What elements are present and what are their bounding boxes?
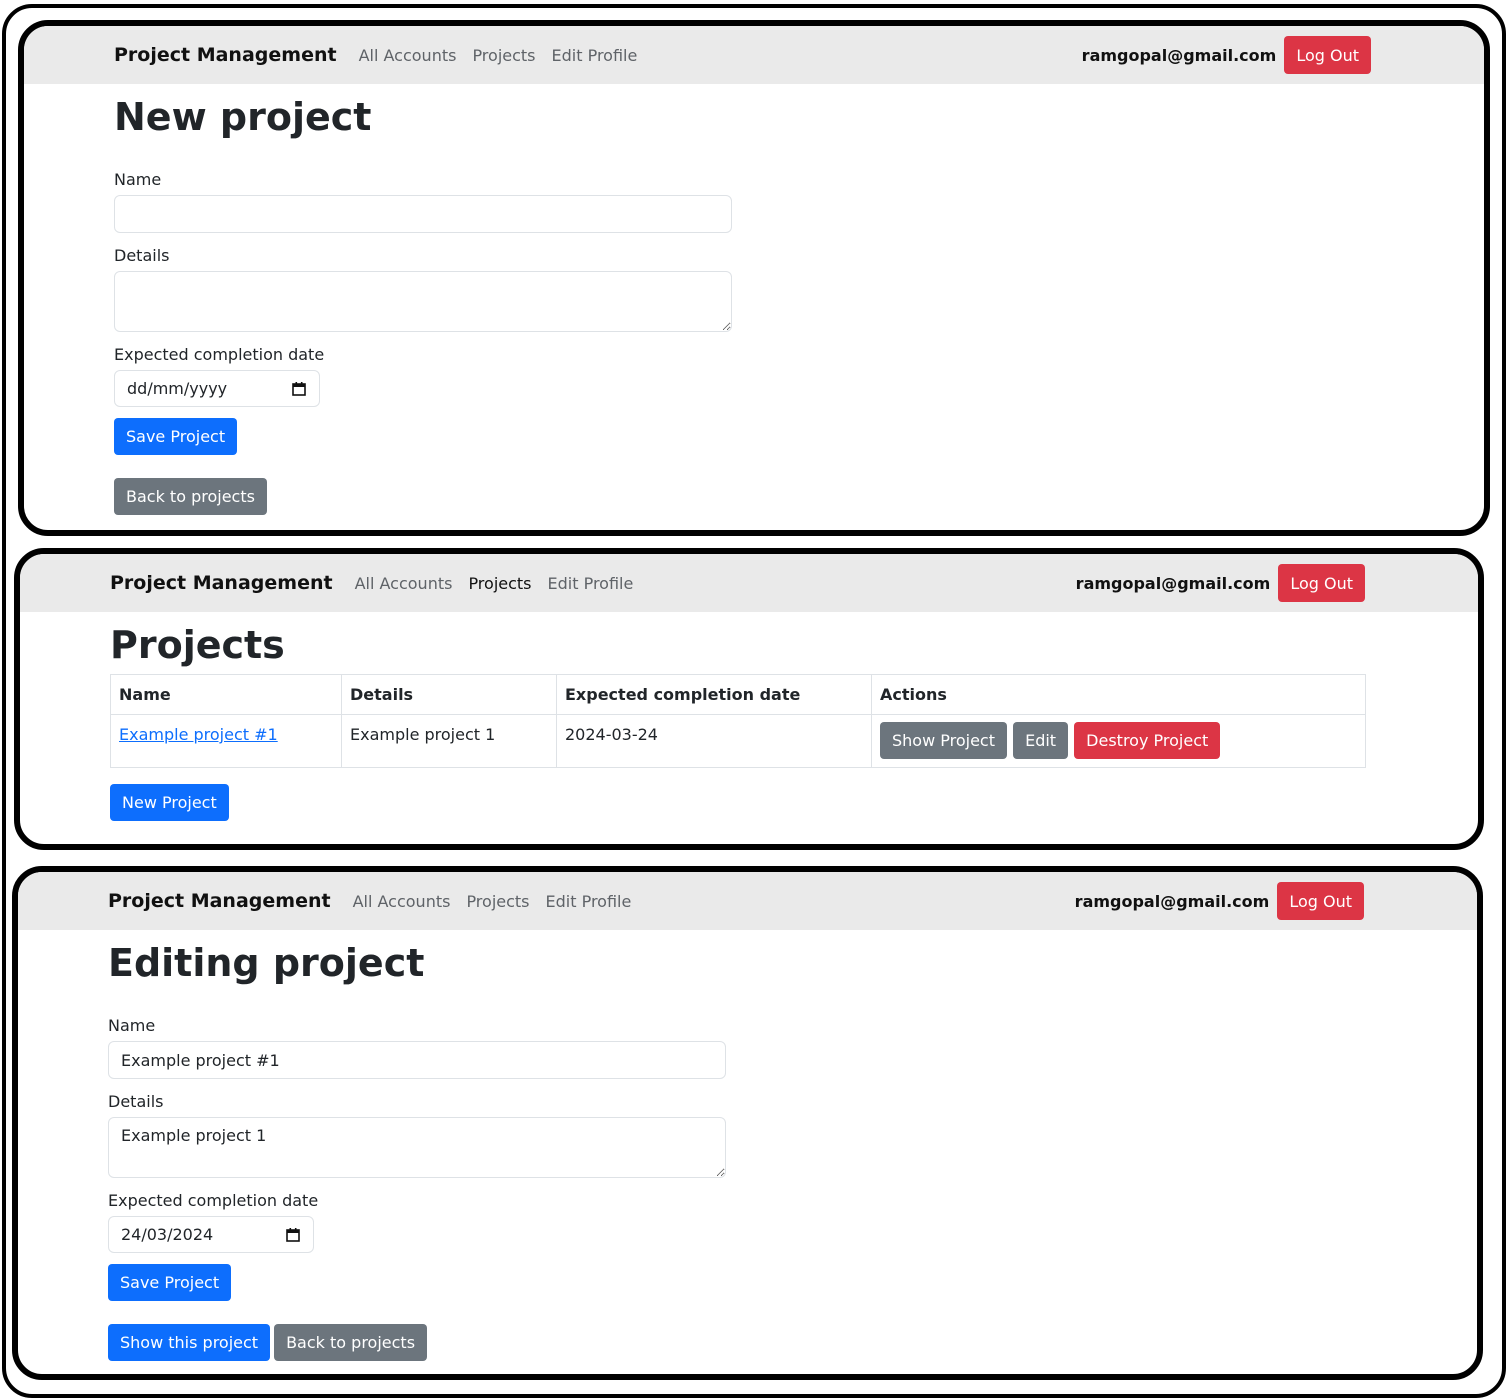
navbar: Project Management All Accounts Projects…	[20, 554, 1478, 612]
back-to-projects-button[interactable]: Back to projects	[114, 478, 267, 515]
name-input[interactable]	[108, 1041, 726, 1079]
cell-details: Example project 1	[341, 714, 557, 768]
show-this-project-button[interactable]: Show this project	[108, 1324, 271, 1361]
nav-link-edit-profile[interactable]: Edit Profile	[548, 574, 634, 593]
table-header-row: Name Details Expected completion date Ac…	[110, 674, 1366, 715]
navbar: Project Management All Accounts Projects…	[18, 872, 1477, 930]
nav-link-edit-profile[interactable]: Edit Profile	[546, 892, 632, 911]
new-project-button[interactable]: New Project	[110, 784, 229, 821]
navbar-brand[interactable]: Project Management	[114, 44, 337, 66]
details-textarea[interactable]	[114, 271, 732, 332]
date-label: Expected completion date	[114, 345, 325, 364]
page-title: New project	[114, 95, 372, 139]
column-header-actions: Actions	[871, 674, 1366, 715]
save-project-button[interactable]: Save Project	[114, 418, 238, 455]
nav-link-edit-profile[interactable]: Edit Profile	[552, 46, 638, 65]
projects-content: Projects Name Details Expected completio…	[110, 612, 1478, 844]
nav-link-all-accounts[interactable]: All Accounts	[355, 574, 453, 593]
navbar-brand[interactable]: Project Management	[110, 572, 333, 594]
nav-link-projects[interactable]: Projects	[468, 574, 531, 593]
navbar: Project Management All Accounts Projects…	[24, 26, 1484, 84]
new-project-panel: Project Management All Accounts Projects…	[18, 20, 1490, 536]
column-header-details: Details	[341, 674, 557, 715]
date-label: Expected completion date	[108, 1191, 319, 1210]
name-label: Name	[108, 1016, 156, 1035]
projects-index-panel: Project Management All Accounts Projects…	[14, 548, 1484, 850]
user-email: ramgopal@gmail.com	[1075, 573, 1271, 593]
name-input[interactable]	[114, 195, 732, 233]
cell-name: Example project #1	[110, 714, 342, 768]
details-textarea[interactable]: Example project 1	[108, 1117, 726, 1178]
page-title: Editing project	[108, 941, 425, 985]
user-email: ramgopal@gmail.com	[1074, 891, 1270, 911]
nav-link-projects[interactable]: Projects	[472, 46, 535, 65]
calendar-icon[interactable]	[285, 1227, 301, 1243]
project-link[interactable]: Example project #1	[119, 725, 278, 744]
edit-project-button[interactable]: Edit	[1013, 722, 1069, 759]
user-email: ramgopal@gmail.com	[1081, 45, 1277, 65]
table-row: Example project #1 Example project 1 202…	[110, 714, 1366, 768]
logout-button[interactable]: Log Out	[1277, 882, 1364, 920]
date-input[interactable]: 24/03/2024	[108, 1216, 314, 1253]
new-project-content: New project Name Details Expected comple…	[114, 84, 1484, 530]
date-value: 24/03/2024	[121, 1225, 214, 1244]
page-title: Projects	[110, 623, 285, 667]
details-label: Details	[108, 1092, 164, 1111]
column-header-name: Name	[110, 674, 342, 715]
projects-table: Name Details Expected completion date Ac…	[110, 674, 1366, 768]
date-value: dd/mm/yyyy	[127, 379, 228, 398]
logout-button[interactable]: Log Out	[1284, 36, 1371, 74]
details-label: Details	[114, 246, 170, 265]
show-project-button[interactable]: Show Project	[880, 722, 1007, 759]
cell-actions: Show Project Edit Destroy Project	[871, 714, 1366, 768]
edit-project-panel: Project Management All Accounts Projects…	[12, 866, 1483, 1380]
destroy-project-button[interactable]: Destroy Project	[1074, 722, 1221, 759]
save-project-button[interactable]: Save Project	[108, 1264, 232, 1301]
nav-link-all-accounts[interactable]: All Accounts	[359, 46, 457, 65]
nav-link-projects[interactable]: Projects	[466, 892, 529, 911]
edit-footer-actions: Show this project Back to projects	[108, 1324, 428, 1361]
nav-link-all-accounts[interactable]: All Accounts	[353, 892, 451, 911]
calendar-icon[interactable]	[291, 381, 307, 397]
edit-project-content: Editing project Name Details Example pro…	[108, 930, 1477, 1374]
cell-date: 2024-03-24	[556, 714, 872, 768]
back-to-projects-button[interactable]: Back to projects	[274, 1324, 428, 1361]
date-input[interactable]: dd/mm/yyyy	[114, 370, 320, 407]
logout-button[interactable]: Log Out	[1278, 564, 1365, 602]
column-header-date: Expected completion date	[556, 674, 872, 715]
name-label: Name	[114, 170, 162, 189]
navbar-brand[interactable]: Project Management	[108, 890, 331, 912]
